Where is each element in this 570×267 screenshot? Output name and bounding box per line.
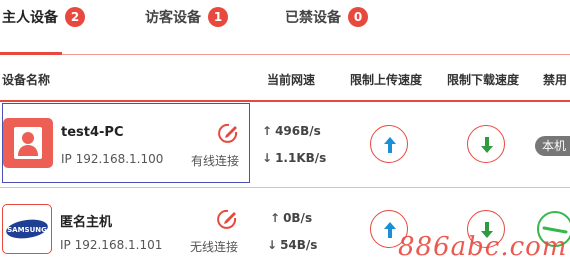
down-arrow-icon xyxy=(481,137,493,153)
row-divider xyxy=(0,187,570,188)
edit-name-icon[interactable] xyxy=(216,208,238,230)
up-arrow-icon: ↑ xyxy=(262,124,273,138)
tab-label: 主人设备 xyxy=(2,10,58,26)
header-divider xyxy=(0,100,570,102)
device-name: test4-PC xyxy=(61,125,124,140)
up-arrow-icon: ↑ xyxy=(270,211,281,225)
connection-type: 有线连接 xyxy=(191,154,240,168)
device-ip: IP 192.168.1.101 xyxy=(60,238,163,252)
header-device-name: 设备名称 xyxy=(2,73,51,87)
tab-label: 访客设备 xyxy=(145,10,201,26)
down-arrow-icon: ↓ xyxy=(267,238,278,252)
table-row[interactable]: test4-PC IP 192.168.1.100 有线连接 xyxy=(2,103,250,183)
watermark-text: 886abc.com xyxy=(398,232,568,262)
user-icon xyxy=(3,118,53,168)
upload-speed: ↑ 496B/s xyxy=(262,124,321,138)
tab-blocked-devices[interactable]: 已禁设备 0 xyxy=(285,6,368,28)
table-header: 设备名称 当前网速 限制上传速度 限制下载速度 禁用 xyxy=(0,69,570,89)
download-limit-button[interactable] xyxy=(467,125,505,163)
tab-label: 已禁设备 xyxy=(285,10,341,26)
tab-owner-devices[interactable]: 主人设备 2 xyxy=(2,6,85,28)
device-name: 匿名主机 xyxy=(60,215,113,230)
tabs-divider xyxy=(0,54,570,55)
header-download-limit: 限制下载速度 xyxy=(447,73,520,87)
header-current-speed: 当前网速 xyxy=(267,73,316,87)
local-device-badge: 本机 xyxy=(535,136,570,156)
device-ip: IP 192.168.1.100 xyxy=(61,152,164,166)
count-badge: 0 xyxy=(348,7,368,27)
tab-guest-devices[interactable]: 访客设备 1 xyxy=(145,6,228,28)
svg-text:SAMSUNG: SAMSUNG xyxy=(7,226,47,234)
download-speed: ↓ 54B/s xyxy=(267,238,318,252)
edit-name-icon[interactable] xyxy=(217,122,239,144)
down-arrow-icon: ↓ xyxy=(262,151,273,165)
table-row[interactable]: SAMSUNG 匿名主机 IP 192.168.1.101 无线连接 xyxy=(2,190,250,267)
samsung-logo: SAMSUNG xyxy=(2,204,52,254)
count-badge: 2 xyxy=(65,7,85,27)
download-speed: ↓ 1.1KB/s xyxy=(262,151,327,165)
count-badge: 1 xyxy=(208,7,228,27)
upload-limit-button[interactable] xyxy=(370,125,408,163)
device-tabs: 主人设备 2 访客设备 1 已禁设备 0 xyxy=(0,0,570,56)
upload-speed: ↑ 0B/s xyxy=(270,211,313,225)
header-disable: 禁用 xyxy=(543,73,568,87)
up-arrow-icon xyxy=(384,137,396,153)
connection-type: 无线连接 xyxy=(190,240,239,254)
header-upload-limit: 限制上传速度 xyxy=(350,73,423,87)
